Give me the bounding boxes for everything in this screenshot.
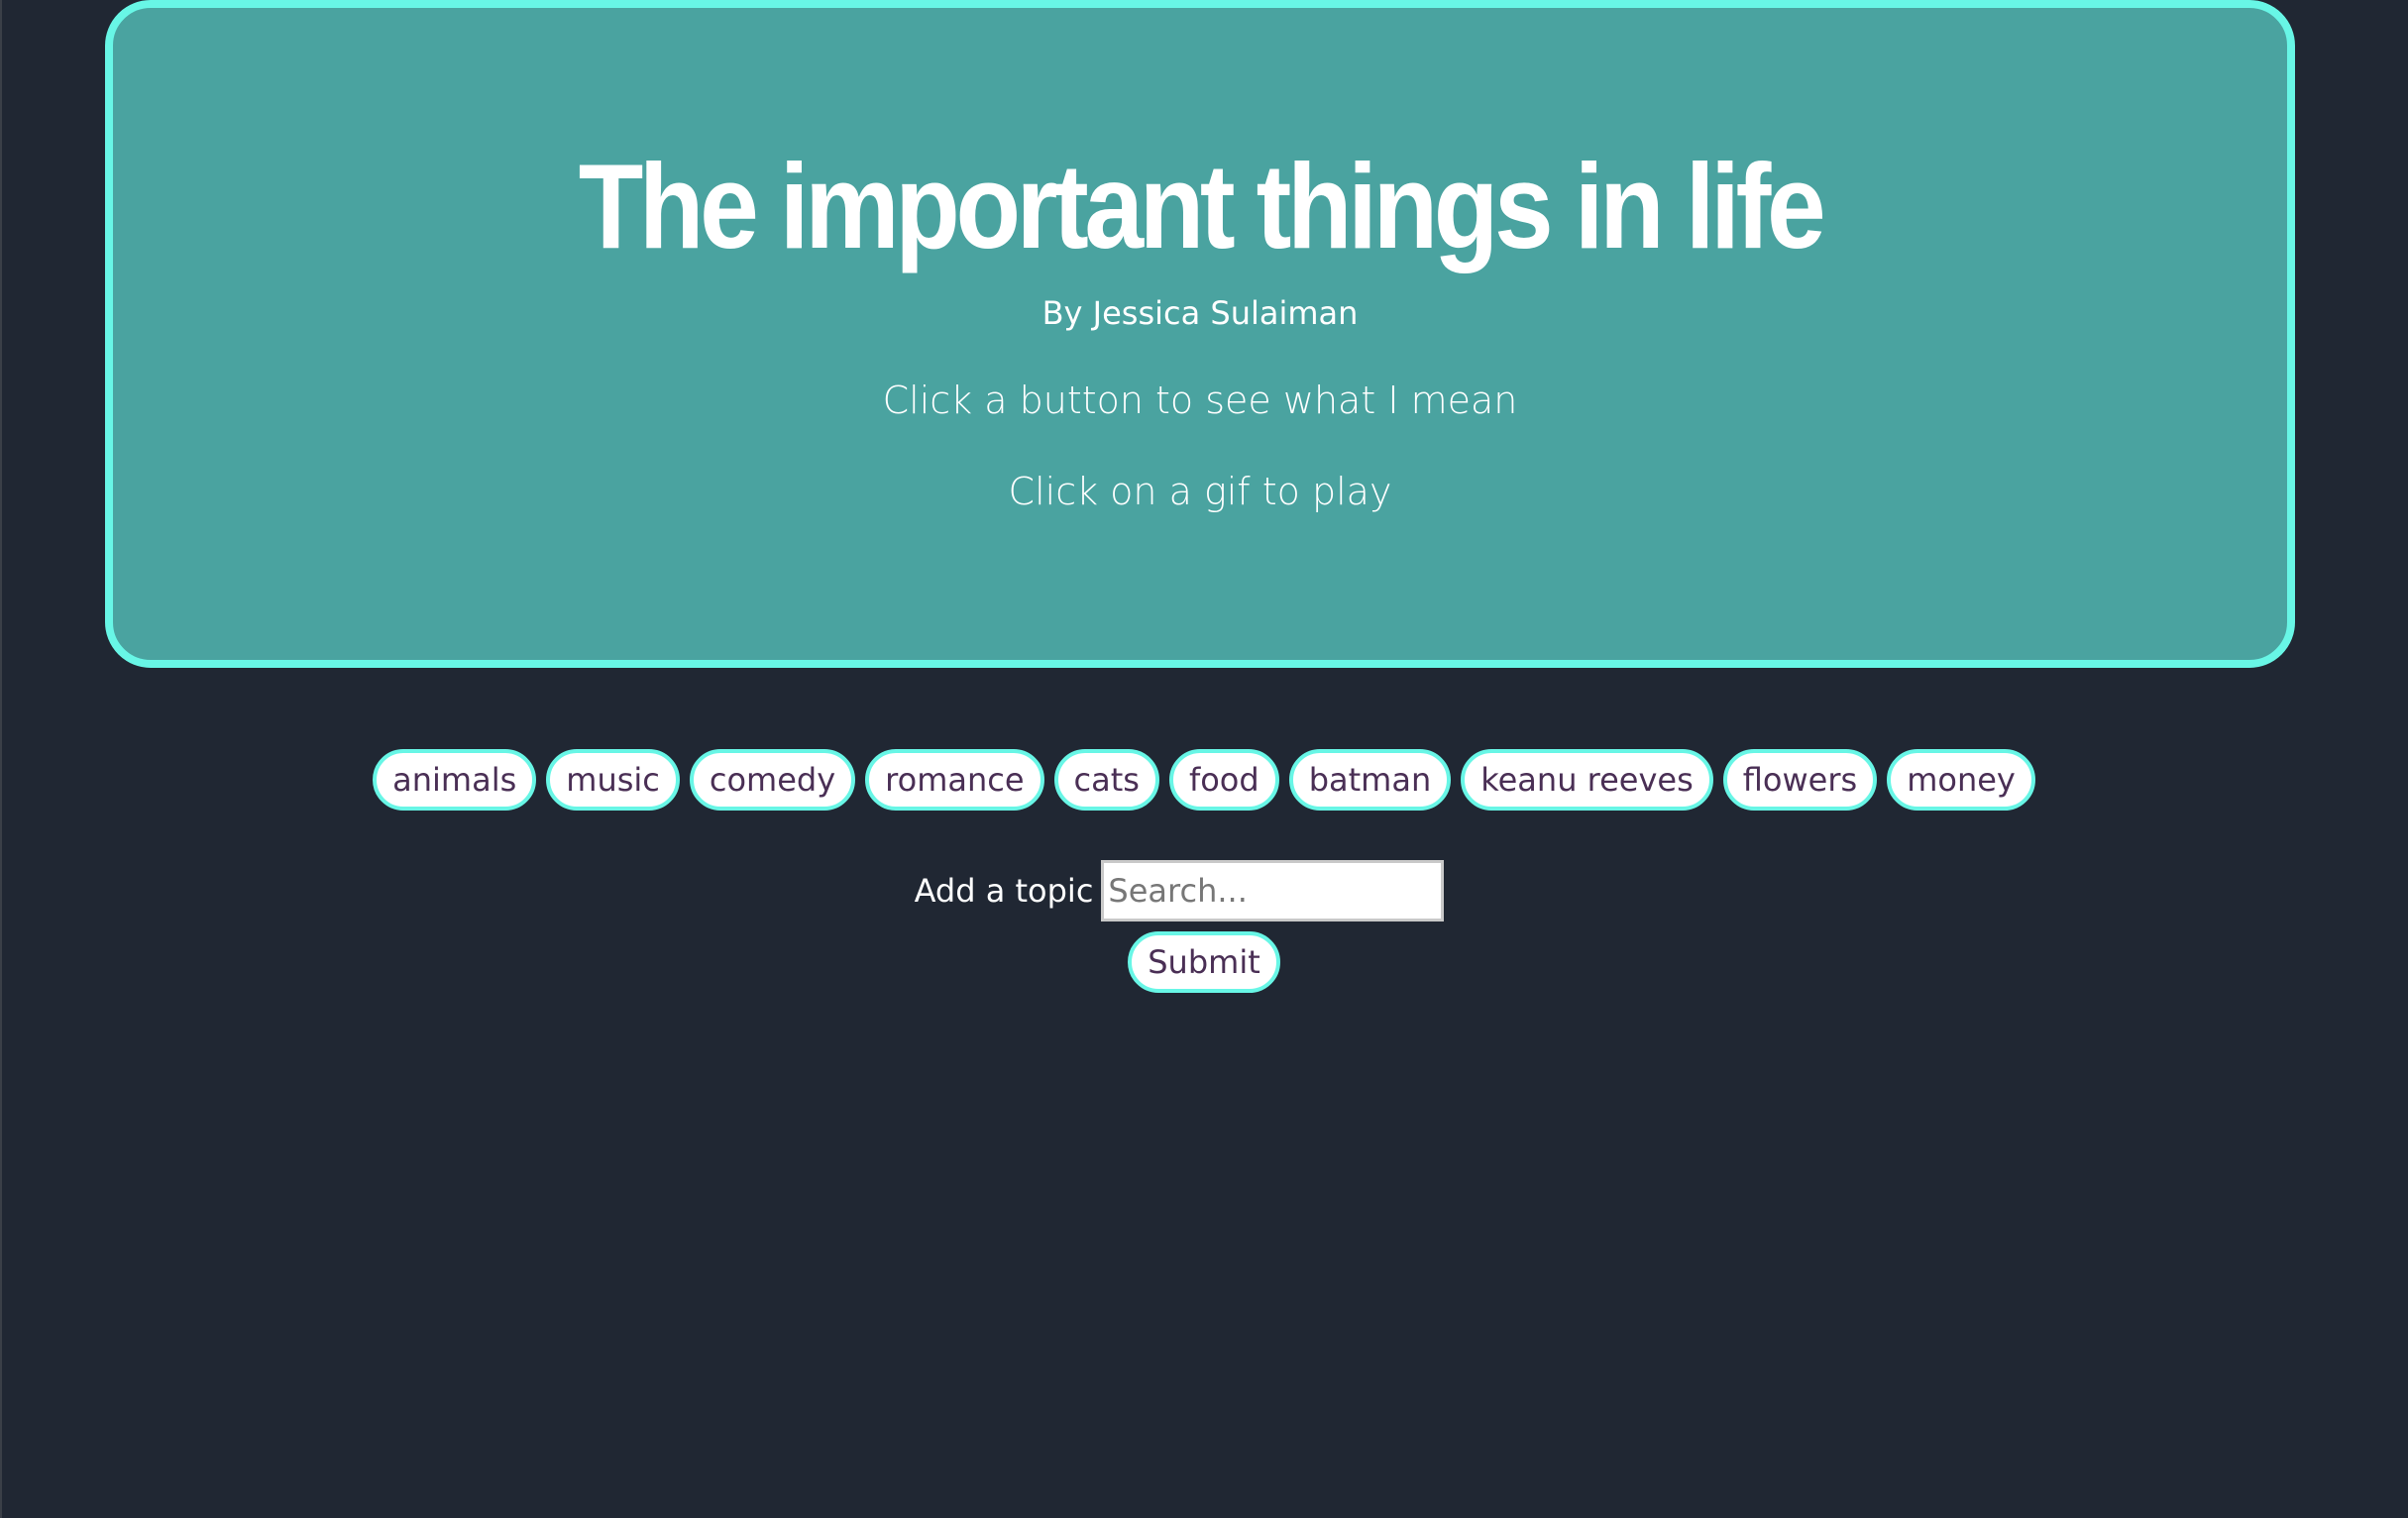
instruction-buttons: Click a button to see what I mean <box>882 379 1518 422</box>
topic-buttons: animals music comedy romance cats food b… <box>0 749 2408 811</box>
submit-button[interactable]: Submit <box>1128 931 1280 993</box>
topic-button-cats[interactable]: cats <box>1053 749 1159 811</box>
add-topic-form: Add a topic <box>0 860 2408 922</box>
author-byline: By Jessica Sulaiman <box>1041 294 1359 332</box>
topic-button-money[interactable]: money <box>1887 749 2035 811</box>
add-topic-label: Add a topic <box>914 872 1094 910</box>
submit-row: Submit <box>0 931 2408 993</box>
topic-search-input[interactable] <box>1101 860 1445 922</box>
topic-button-flowers[interactable]: flowers <box>1722 749 1878 811</box>
topic-button-animals[interactable]: animals <box>373 749 537 811</box>
topic-button-batman[interactable]: batman <box>1288 749 1452 811</box>
topic-button-music[interactable]: music <box>546 749 680 811</box>
topic-button-comedy[interactable]: comedy <box>689 749 856 811</box>
topic-button-keanu-reeves[interactable]: keanu reeves <box>1461 749 1713 811</box>
header-jumbotron: The important things in life By Jessica … <box>105 0 2295 668</box>
topic-button-romance[interactable]: romance <box>865 749 1044 811</box>
topic-button-food[interactable]: food <box>1168 749 1279 811</box>
instruction-gifs: Click on a gif to play <box>1008 470 1392 513</box>
page-title: The important things in life <box>578 139 1826 273</box>
